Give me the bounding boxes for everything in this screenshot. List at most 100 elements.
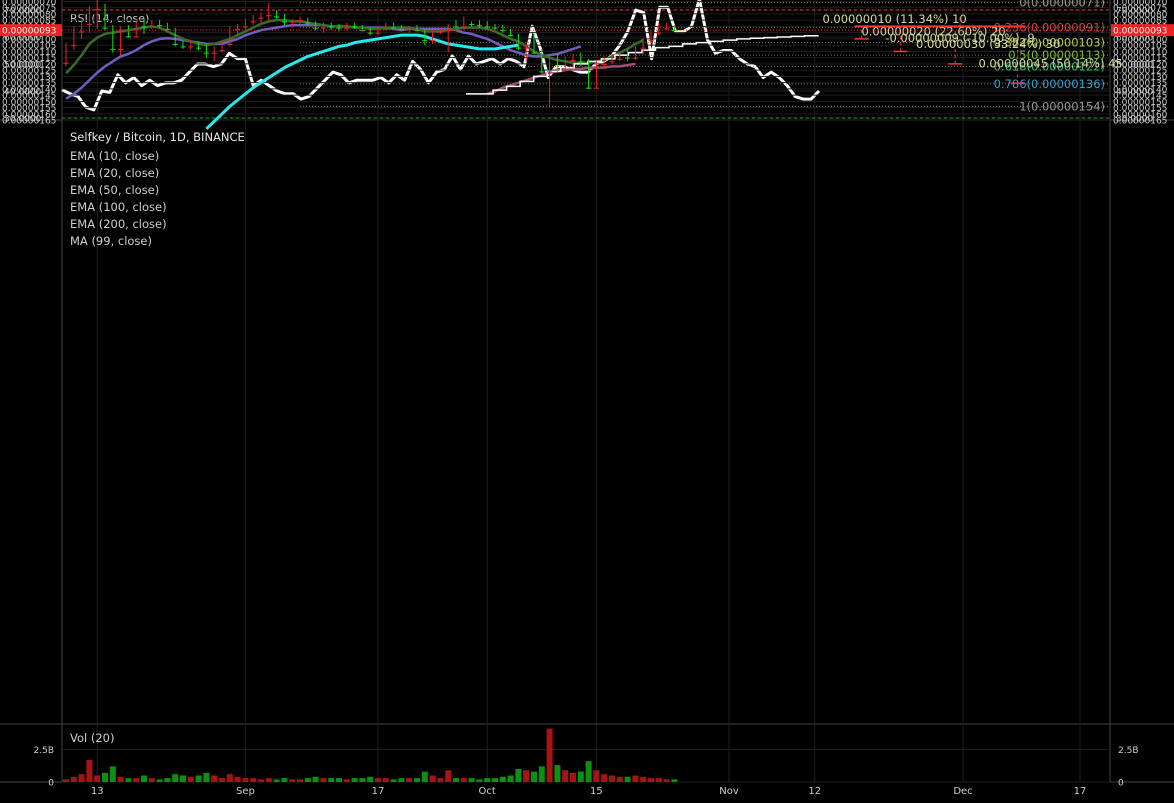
time-axis-label: 13 xyxy=(91,786,104,797)
volume-bar xyxy=(117,776,124,782)
candle-body xyxy=(453,26,459,28)
candle-body xyxy=(102,27,108,29)
candle-body xyxy=(578,61,584,63)
candle-body xyxy=(157,25,163,27)
volume-bar xyxy=(312,776,319,782)
volume-bar xyxy=(367,776,374,782)
candle-body xyxy=(586,87,592,89)
volume-bar xyxy=(382,778,389,782)
candle-body xyxy=(344,27,350,29)
candle-body xyxy=(266,15,272,17)
volume-bar xyxy=(616,776,623,782)
candle-body xyxy=(523,47,529,49)
volume-bar xyxy=(468,778,475,782)
volume-bar xyxy=(141,775,147,782)
volume-right-tick-label: 0 xyxy=(1118,779,1124,789)
volume-bar xyxy=(585,761,592,782)
candle-body xyxy=(547,71,553,73)
volume-bar xyxy=(187,776,194,782)
volume-bar xyxy=(234,776,241,782)
volume-bar xyxy=(297,779,303,782)
candle-body xyxy=(313,27,319,29)
volume-bar xyxy=(78,774,85,782)
candle-body xyxy=(86,23,92,25)
candle-body xyxy=(484,26,490,28)
volume-title: Vol (20) xyxy=(70,731,114,745)
volume-bar xyxy=(538,766,545,782)
candle-body xyxy=(79,31,85,33)
candle-body xyxy=(422,40,428,42)
volume-bar xyxy=(336,778,342,782)
volume-bar xyxy=(273,779,280,782)
volume-right-tick-label: 2.5B xyxy=(1118,746,1139,756)
volume-bar xyxy=(63,779,69,782)
candle-body xyxy=(648,40,654,42)
candle-body xyxy=(71,45,77,47)
candle-body xyxy=(281,21,287,23)
volume-left-tick-label: 0 xyxy=(48,779,54,789)
candle-body xyxy=(515,47,521,49)
candle-body xyxy=(219,50,225,52)
candle-body xyxy=(437,31,443,33)
candle-body xyxy=(133,36,139,38)
candle-body xyxy=(617,58,623,60)
volume-bar xyxy=(375,778,381,782)
price-left-tick-label: 0.00000065 xyxy=(2,0,56,2)
candle-body xyxy=(149,26,155,28)
volume-bar xyxy=(453,778,459,782)
volume-bar xyxy=(195,775,202,782)
fib-level-label: 0(0.00000071) xyxy=(1019,0,1105,10)
volume-bar xyxy=(609,775,615,782)
volume-bar xyxy=(655,778,662,782)
volume-bar xyxy=(554,765,561,782)
time-axis-label: Sep xyxy=(236,786,255,797)
indicator-legend-item: EMA (50, close) xyxy=(70,183,159,197)
candle-body xyxy=(554,68,560,70)
volume-bar xyxy=(242,778,249,782)
volume-bar xyxy=(437,778,444,782)
volume-bar xyxy=(421,771,428,782)
volume-bar xyxy=(250,778,257,782)
volume-bar xyxy=(304,778,311,782)
candle-body xyxy=(125,36,131,38)
volume-bar xyxy=(125,778,132,782)
volume-bar xyxy=(663,779,670,782)
time-axis-label: 15 xyxy=(590,786,603,797)
volume-bar xyxy=(601,774,608,782)
candle-body xyxy=(656,32,662,34)
candle-body xyxy=(328,26,334,28)
volume-bar xyxy=(172,774,179,782)
volume-bar xyxy=(406,778,413,782)
volume-bar xyxy=(148,778,155,782)
time-axis-label: Oct xyxy=(479,786,496,797)
fib-level-label: 1(0.00000154) xyxy=(1019,99,1105,113)
volume-bar xyxy=(570,772,576,782)
time-axis-label: 12 xyxy=(808,786,821,797)
volume-bar xyxy=(390,779,397,782)
volume-bar xyxy=(86,759,93,782)
candle-body xyxy=(188,46,194,48)
volume-bar xyxy=(562,770,569,782)
candle-body xyxy=(531,52,537,54)
volume-bar xyxy=(445,770,452,782)
candle-body xyxy=(625,57,631,59)
volume-bar xyxy=(343,779,350,782)
candle-body xyxy=(430,40,436,42)
candle-body xyxy=(242,26,248,28)
candle-body xyxy=(469,23,475,25)
candle-body xyxy=(258,17,264,19)
price-title: Selfkey / Bitcoin, 1D, BINANCE xyxy=(70,130,245,144)
candle-body xyxy=(593,87,599,89)
candle-body xyxy=(476,25,482,27)
volume-bar xyxy=(133,778,140,782)
last-price-label-left: 0.00000093 xyxy=(2,27,56,37)
volume-bar xyxy=(414,778,420,782)
volume-bar xyxy=(226,774,233,782)
volume-bar xyxy=(180,775,186,782)
candle-body xyxy=(539,71,545,73)
volume-bar xyxy=(499,776,506,782)
volume-bar xyxy=(648,778,654,782)
volume-bar xyxy=(328,778,335,782)
volume-bar xyxy=(203,772,210,782)
indicator-legend-item: EMA (20, close) xyxy=(70,166,159,180)
